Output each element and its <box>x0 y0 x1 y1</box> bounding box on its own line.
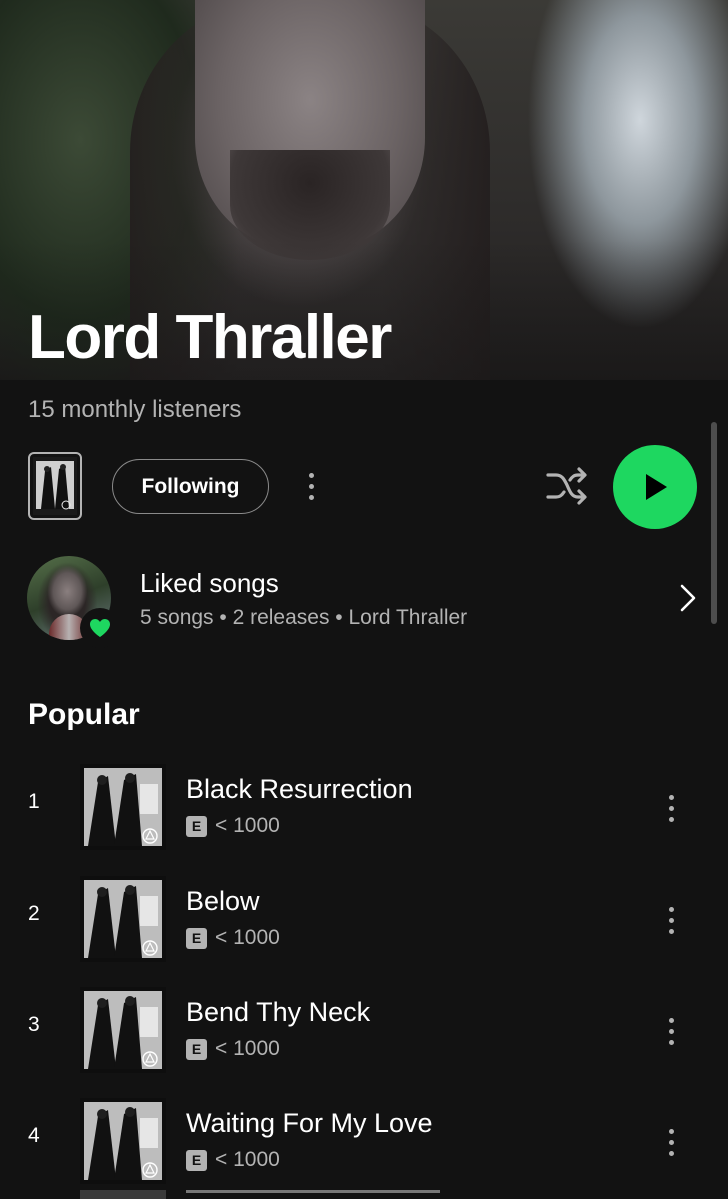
heart-icon <box>90 619 110 637</box>
track-number: 2 <box>28 902 40 925</box>
track-number: 1 <box>28 790 40 813</box>
track-title: Bend Thy Neck <box>186 997 371 1027</box>
play-button[interactable] <box>613 445 697 529</box>
track-album-art <box>80 987 166 1073</box>
track-row[interactable]: 2 Below E < 1000 <box>0 876 728 966</box>
more-options-icon[interactable] <box>301 466 321 506</box>
explicit-badge: E <box>186 815 207 837</box>
play-icon <box>646 474 667 500</box>
track-album-art <box>80 1098 166 1184</box>
heart-badge <box>80 608 120 648</box>
monthly-listeners: 15 monthly listeners <box>28 396 242 423</box>
shuffle-icon[interactable] <box>544 465 590 507</box>
chevron-right-icon[interactable] <box>674 582 702 614</box>
track-plays: < 1000 <box>215 814 280 837</box>
track-album-art <box>80 764 166 850</box>
track-number: 3 <box>28 1013 40 1036</box>
explicit-badge: E <box>186 927 207 949</box>
more-options-icon[interactable] <box>661 1011 681 1051</box>
track-number: 4 <box>28 1124 40 1147</box>
artist-release-thumbnail-button[interactable] <box>28 452 82 520</box>
explicit-badge: E <box>186 1038 207 1060</box>
more-options-icon[interactable] <box>661 788 681 828</box>
popular-section-title: Popular <box>28 698 140 731</box>
track-plays: < 1000 <box>215 1037 280 1060</box>
track-plays: < 1000 <box>215 1148 280 1171</box>
track-row[interactable]: 1 Black Resurrection E < 1000 <box>0 764 728 854</box>
track-title: Waiting For My Love <box>186 1108 433 1138</box>
following-button[interactable]: Following <box>112 459 269 514</box>
track-album-art <box>80 876 166 962</box>
more-options-icon[interactable] <box>661 900 681 940</box>
track-title: Black Resurrection <box>186 774 413 804</box>
liked-songs-row[interactable]: Liked songs 5 songs • 2 releases • Lord … <box>0 548 728 648</box>
liked-songs-subtitle: 5 songs • 2 releases • Lord Thraller <box>140 606 468 629</box>
artist-name: Lord Thraller <box>28 303 392 372</box>
liked-songs-title: Liked songs <box>140 568 279 598</box>
explicit-badge: E <box>186 1149 207 1171</box>
album-art-icon <box>33 457 77 515</box>
track-plays: < 1000 <box>215 926 280 949</box>
track-title: Below <box>186 886 260 916</box>
track-row[interactable]: 3 Bend Thy Neck E < 1000 <box>0 987 728 1077</box>
track-row[interactable]: 4 Waiting For My Love E < 1000 <box>0 1098 728 1188</box>
next-track-row-cutoff <box>80 1190 440 1199</box>
more-options-icon[interactable] <box>661 1122 681 1162</box>
